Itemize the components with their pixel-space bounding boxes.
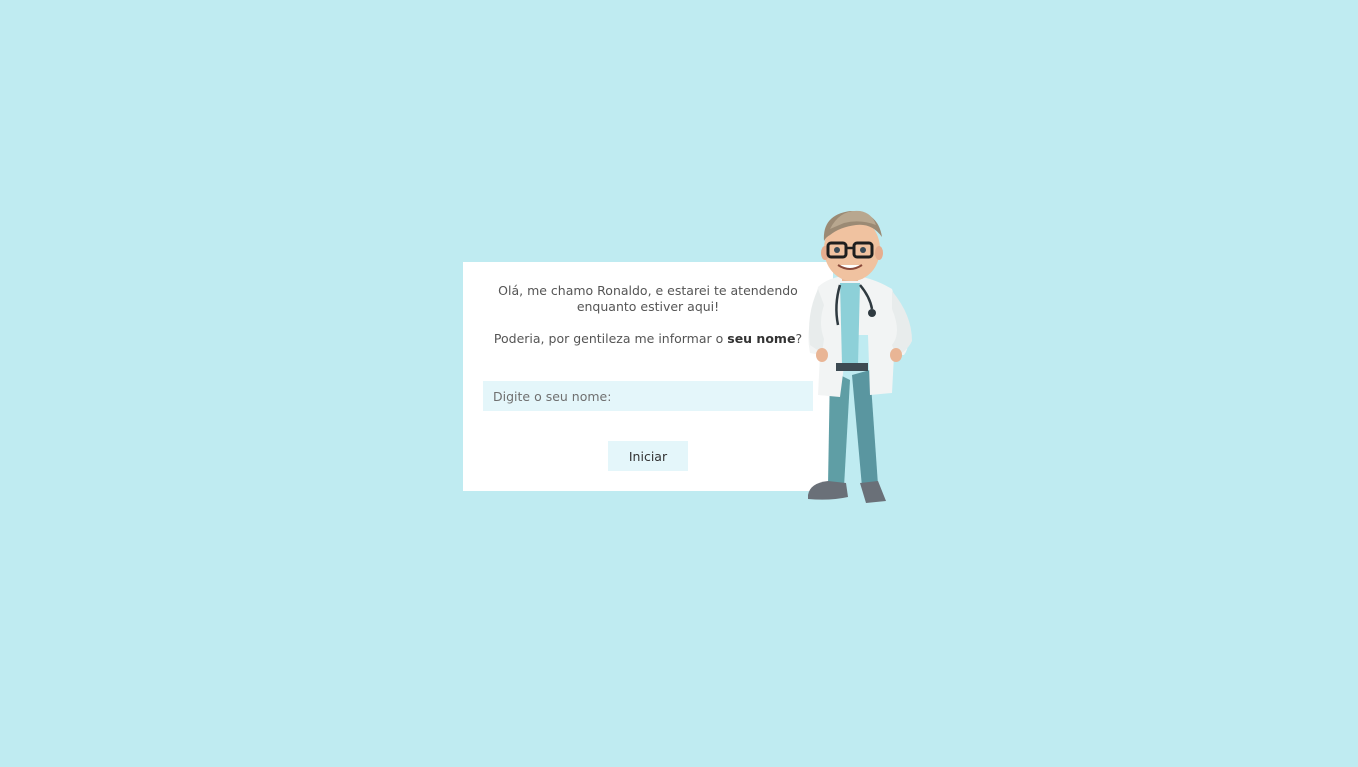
question-prefix: Poderia, por gentileza me informar o <box>493 331 728 346</box>
question-emphasis: seu nome <box>727 331 796 346</box>
doctor-left-shoe <box>808 481 848 500</box>
stethoscope-chest-piece <box>868 309 876 317</box>
greeting-text: Olá, me chamo Ronaldo, e estarei te aten… <box>498 283 798 314</box>
doctor-right-ear <box>875 246 883 260</box>
name-input[interactable] <box>483 381 813 411</box>
doctor-right-shoe <box>860 481 886 503</box>
doctor-right-hand <box>890 348 902 362</box>
name-question: Poderia, por gentileza me informar o seu… <box>483 331 813 347</box>
doctor-belt <box>836 363 868 371</box>
doctor-left-hand <box>816 348 828 362</box>
doctor-left-eye <box>834 247 840 253</box>
welcome-card: Olá, me chamo Ronaldo, e estarei te aten… <box>463 262 833 491</box>
start-button[interactable]: Iniciar <box>608 441 688 471</box>
doctor-shirt <box>840 283 860 365</box>
doctor-right-eye <box>860 247 866 253</box>
doctor-illustration <box>808 210 912 503</box>
